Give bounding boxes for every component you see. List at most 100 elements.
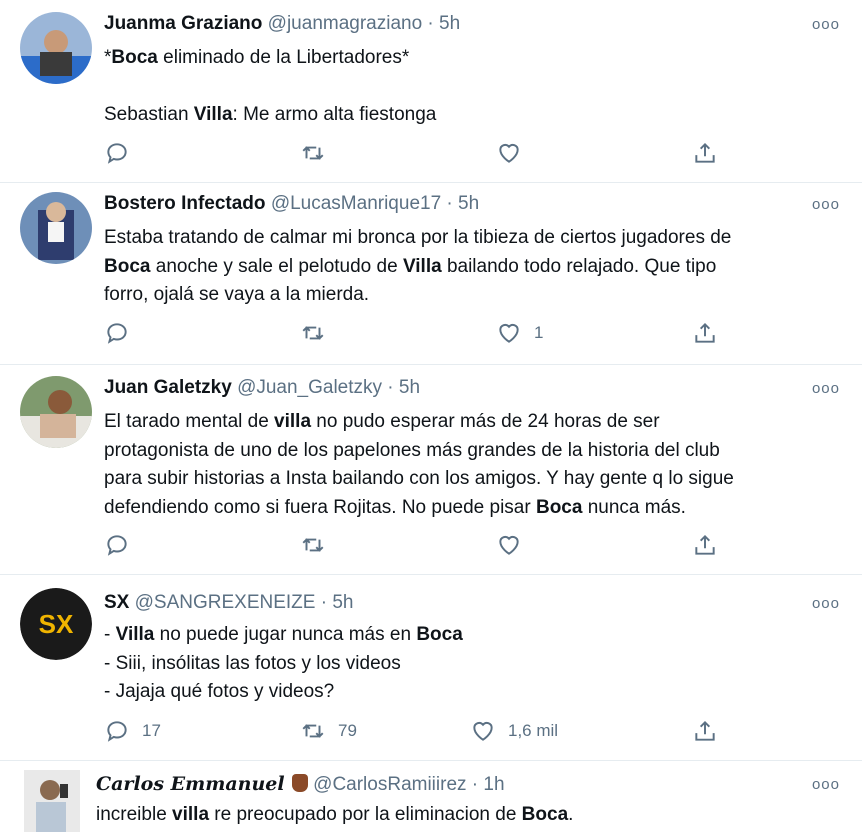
- share-icon: [695, 322, 715, 343]
- text-segment: nunca más.: [582, 496, 686, 518]
- text-segment: anoche y sale el pelotudo de: [150, 255, 403, 277]
- author-handle[interactable]: @Juan_Galetzky · 5h: [237, 377, 420, 398]
- reply-count: 17: [142, 721, 161, 740]
- avatar[interactable]: [24, 770, 80, 832]
- text-line: increible villa re preocupado por la eli…: [96, 801, 836, 830]
- more-icon[interactable]: ooo: [812, 595, 840, 612]
- text-line: forro, ojalá se vaya a la mierda.: [104, 281, 844, 310]
- retweet-button[interactable]: [300, 140, 338, 166]
- highlighted-term: villa: [274, 411, 312, 432]
- author-handle[interactable]: @SANGREXENEIZE · 5h: [135, 592, 354, 613]
- text-line: - Villa no puede jugar nunca más en Boca: [104, 621, 844, 650]
- more-icon[interactable]: ooo: [812, 16, 840, 33]
- author-name[interactable]: Carlos Emmanuel: [96, 773, 285, 795]
- text-line: - Siii, insólitas las fotos y los videos: [104, 650, 844, 679]
- avatar[interactable]: SX: [20, 588, 92, 660]
- retweet-icon: [302, 538, 324, 552]
- author-handle[interactable]: @LucasManrique17 · 5h: [271, 193, 479, 214]
- heart-icon: [499, 323, 519, 343]
- like-button[interactable]: 1: [496, 320, 543, 346]
- reply-button[interactable]: 17: [104, 718, 161, 744]
- tweet-text: - Villa no puede jugar nunca más en Boca…: [104, 621, 844, 707]
- text-segment: re preocupado por la eliminacion de: [209, 804, 522, 825]
- retweet-icon: [302, 724, 324, 738]
- text-segment: para subir historias a Insta bailando co…: [104, 468, 734, 489]
- heart-icon: [473, 721, 493, 741]
- retweet-icon: [302, 326, 324, 340]
- reply-button[interactable]: [104, 320, 142, 346]
- author-handle[interactable]: @juanmagraziano · 5h: [268, 13, 461, 34]
- avatar[interactable]: [20, 376, 92, 448]
- more-icon[interactable]: ooo: [812, 196, 840, 213]
- share-button[interactable]: [692, 140, 718, 166]
- retweet-count: 79: [338, 721, 357, 740]
- divider: [0, 574, 862, 575]
- text-line: Boca anoche y sale el pelotudo de Villa …: [104, 253, 844, 282]
- like-button[interactable]: [496, 140, 534, 166]
- avatar[interactable]: [20, 192, 92, 264]
- sx-logo: SX: [20, 588, 92, 660]
- reply-icon: [107, 535, 127, 556]
- author-name[interactable]: Juanma Graziano: [104, 13, 262, 34]
- retweet-button[interactable]: [300, 532, 338, 558]
- highlighted-term: Boca: [416, 624, 463, 645]
- retweet-button[interactable]: [300, 320, 338, 346]
- text-line: Estaba tratando de calmar mi bronca por …: [104, 224, 844, 253]
- author-handle[interactable]: @CarlosRamiiirez · 1h: [313, 774, 504, 795]
- highlighted-term: Villa: [193, 104, 233, 125]
- share-button[interactable]: [692, 532, 718, 558]
- text-segment: -: [104, 624, 116, 645]
- divider: [0, 364, 862, 365]
- text-line: *Boca eliminado de la Libertadores*: [104, 44, 844, 73]
- author-name[interactable]: Bostero Infectado: [104, 193, 266, 214]
- avatar[interactable]: [20, 12, 92, 84]
- more-icon[interactable]: ooo: [812, 776, 840, 793]
- text-segment: increible: [96, 804, 173, 825]
- text-segment: eliminado de la Libertadores*: [157, 47, 410, 68]
- tweet-text: *Boca eliminado de la Libertadores* Seba…: [104, 44, 844, 130]
- text-segment: Estaba tratando de calmar mi bronca por …: [104, 227, 732, 248]
- reply-icon: [107, 721, 127, 742]
- more-icon[interactable]: ooo: [812, 380, 840, 397]
- like-button[interactable]: 1,6 mil: [470, 718, 558, 744]
- text-line: defendiendo como si fuera Rojitas. No pu…: [104, 494, 844, 523]
- share-button[interactable]: [692, 718, 718, 744]
- divider: [0, 760, 862, 761]
- text-segment: : Me armo alta fiestonga: [232, 104, 437, 125]
- tweet-text: El tarado mental de villa no pudo espera…: [104, 408, 844, 522]
- share-icon: [695, 720, 715, 741]
- text-segment: bailando todo relajado. Que tipo: [441, 255, 717, 277]
- text-segment: - Siii, insólitas las fotos y los videos: [104, 652, 401, 674]
- like-button[interactable]: [496, 532, 534, 558]
- text-line: - Jajaja qué fotos y videos?: [104, 678, 844, 707]
- highlighted-term: Boca: [535, 496, 583, 518]
- text-segment: - Jajaja qué fotos y videos?: [104, 681, 335, 702]
- reply-button[interactable]: [104, 532, 142, 558]
- author-name[interactable]: SX: [104, 592, 129, 613]
- highlighted-term: Villa: [115, 624, 155, 645]
- heart-icon: [499, 535, 519, 555]
- text-line: protagonista de uno de los papelones más…: [104, 437, 844, 466]
- text-line: [104, 73, 844, 102]
- retweet-button[interactable]: 79: [300, 718, 357, 744]
- text-line: Sebastian Villa: Me armo alta fiestonga: [104, 101, 844, 130]
- text-line: El tarado mental de villa no pudo espera…: [104, 408, 844, 437]
- divider: [0, 182, 862, 183]
- text-segment: no puede jugar nunca más en: [154, 624, 417, 645]
- share-icon: [695, 534, 715, 555]
- highlighted-term: Villa: [402, 255, 442, 277]
- retweet-icon: [302, 146, 324, 160]
- reply-button[interactable]: [104, 140, 142, 166]
- highlighted-term: villa: [172, 804, 210, 825]
- highlighted-term: Boca: [111, 47, 158, 68]
- like-count: 1: [534, 323, 544, 342]
- share-button[interactable]: [692, 320, 718, 346]
- text-segment: El tarado mental de: [104, 411, 275, 432]
- mate-emoji: [291, 774, 308, 792]
- text-line: para subir historias a Insta bailando co…: [104, 465, 844, 494]
- text-segment: Sebastian: [104, 104, 194, 125]
- tweet-text: Estaba tratando de calmar mi bronca por …: [104, 224, 844, 310]
- author-name[interactable]: Juan Galetzky: [104, 377, 232, 398]
- reply-icon: [107, 323, 127, 344]
- text-segment: no pudo esperar más de 24 horas de ser: [311, 411, 660, 432]
